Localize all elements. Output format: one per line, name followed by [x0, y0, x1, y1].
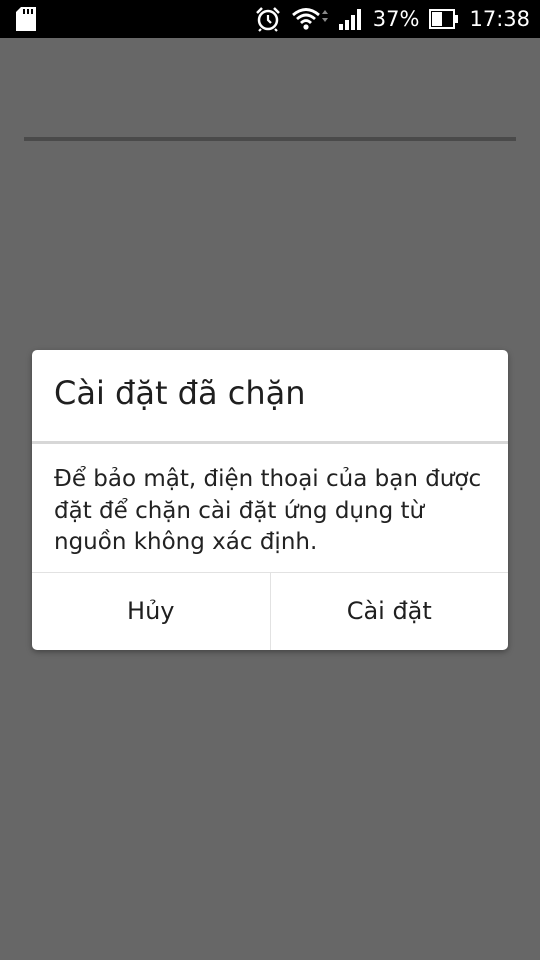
title-divider	[32, 441, 508, 444]
sd-card-icon	[16, 7, 36, 31]
install-settings-button[interactable]: Cài đặt	[271, 573, 509, 650]
dialog-actions: Hủy Cài đặt	[32, 572, 508, 650]
wifi-icon	[291, 6, 329, 32]
signal-icon	[338, 8, 363, 30]
clock: 17:38	[469, 7, 530, 31]
battery-icon	[429, 9, 459, 29]
alarm-icon	[255, 6, 281, 32]
status-icons: 37% 17:38	[255, 0, 530, 38]
cancel-button[interactable]: Hủy	[32, 573, 270, 650]
status-bar: 37% 17:38	[0, 0, 540, 38]
dialog-message: Để bảo mật, điện thoại của bạn được đặt …	[54, 466, 482, 555]
blocked-install-dialog: Cài đặt đã chặn Để bảo mật, điện thoại c…	[32, 350, 508, 650]
background-divider	[24, 137, 516, 141]
battery-percent: 37%	[372, 7, 420, 31]
dialog-title: Cài đặt đã chặn	[54, 374, 306, 412]
screen: 37% 17:38 Cài đặt đã chặn Để bảo mật, đi…	[0, 0, 540, 960]
